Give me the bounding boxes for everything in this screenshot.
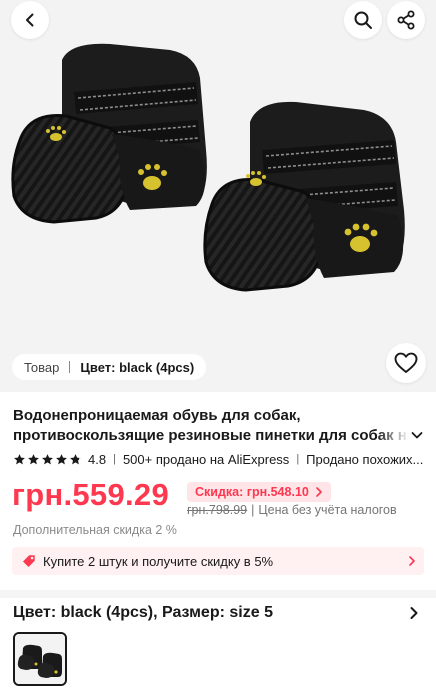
search-button[interactable] — [344, 1, 382, 39]
similar-sold: Продано похожих... — [306, 451, 423, 467]
old-price-row: грн.798.99 | Цена без учёта налогов — [187, 503, 397, 517]
pill-divider — [69, 361, 71, 373]
rating-value: 4.8 — [88, 451, 107, 467]
product-image-gallery[interactable]: Товар Цвет: black (4pcs) — [0, 0, 436, 392]
chevron-right-icon — [410, 607, 418, 619]
chevron-right-icon — [316, 487, 322, 497]
star-icon — [14, 453, 25, 464]
star-icon — [56, 453, 67, 464]
search-icon — [354, 11, 372, 29]
selected-color-label[interactable]: Цвет: black (4pcs) — [80, 360, 194, 375]
left-boot — [11, 43, 207, 224]
star-icon — [42, 453, 53, 464]
section-divider — [0, 590, 436, 598]
back-button[interactable] — [11, 1, 49, 39]
sku-selected-label: Цвет: black (4pcs), Размер: size 5 — [13, 604, 273, 621]
right-boot — [203, 101, 405, 292]
current-price: грн.559.29 — [12, 477, 170, 512]
discount-badge-label: Скидка: грн.548.10 — [195, 485, 309, 499]
product-title-line1: Водонепроницаемая обувь для собак, — [13, 407, 301, 424]
discount-badge[interactable]: Скидка: грн.548.10 — [187, 482, 331, 502]
star-icon — [28, 453, 39, 464]
extra-discount: Дополнительная скидка 2 % — [13, 523, 177, 537]
price-tag-icon — [23, 555, 35, 567]
product-tab-label[interactable]: Товар — [24, 360, 59, 375]
wishlist-button[interactable] — [386, 343, 426, 383]
old-price-divider: | — [251, 503, 255, 517]
promo-text: Купите 2 штук и получите скидку в 5% — [43, 553, 274, 569]
product-photo — [11, 43, 405, 292]
star-half-icon — [70, 453, 81, 464]
tax-note: Цена без учёта налогов — [258, 503, 397, 517]
rating-stars — [13, 453, 82, 466]
share-button[interactable] — [387, 1, 425, 39]
sold-count: 500+ продано на AliExpress — [122, 451, 290, 467]
chevron-left-icon — [26, 13, 34, 27]
thumbnail-photo — [15, 634, 65, 684]
promo-banner[interactable]: Купите 2 штук и получите скидку в 5% — [12, 547, 424, 575]
chevron-down-icon[interactable] — [410, 428, 424, 442]
share-icon — [397, 10, 415, 30]
rating-row[interactable]: 4.8 | 500+ продано на AliExpress | Прода… — [13, 451, 423, 467]
sku-selector-row[interactable]: Цвет: black (4pcs), Размер: size 5 — [13, 602, 423, 624]
old-price: грн.798.99 — [187, 503, 248, 517]
product-title[interactable]: Водонепроницаемая обувь для собак, проти… — [13, 406, 409, 446]
sold-divider: | — [296, 453, 300, 465]
product-title-line2: противоскользящие резиновые пинетки для … — [13, 427, 409, 444]
heart-icon — [394, 352, 418, 373]
rating-divider: | — [113, 453, 116, 465]
sku-thumbnail[interactable] — [13, 632, 67, 686]
variant-pill[interactable]: Товар Цвет: black (4pcs) — [12, 354, 207, 380]
chevron-right-icon — [409, 556, 415, 566]
